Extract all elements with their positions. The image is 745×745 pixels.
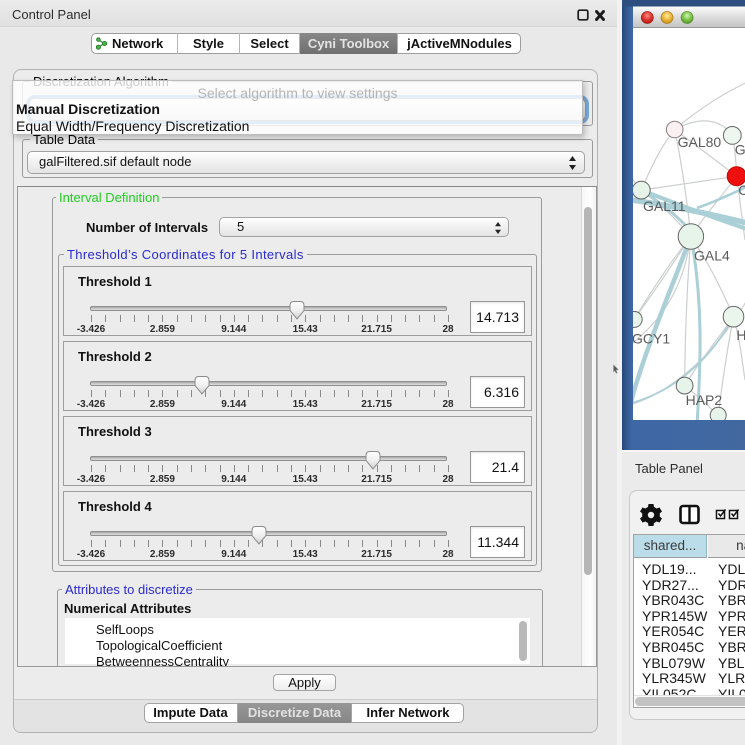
svg-text:GAL4: GAL4 bbox=[694, 248, 730, 264]
svg-text:GA: GA bbox=[735, 142, 745, 158]
svg-text:HAP2: HAP2 bbox=[686, 392, 723, 408]
svg-text:GCY1: GCY1 bbox=[632, 330, 670, 346]
svg-text:GAL80: GAL80 bbox=[678, 134, 722, 150]
svg-text:GAL11: GAL11 bbox=[643, 198, 686, 214]
svg-text:H: H bbox=[736, 327, 745, 343]
svg-text:C: C bbox=[738, 182, 745, 198]
